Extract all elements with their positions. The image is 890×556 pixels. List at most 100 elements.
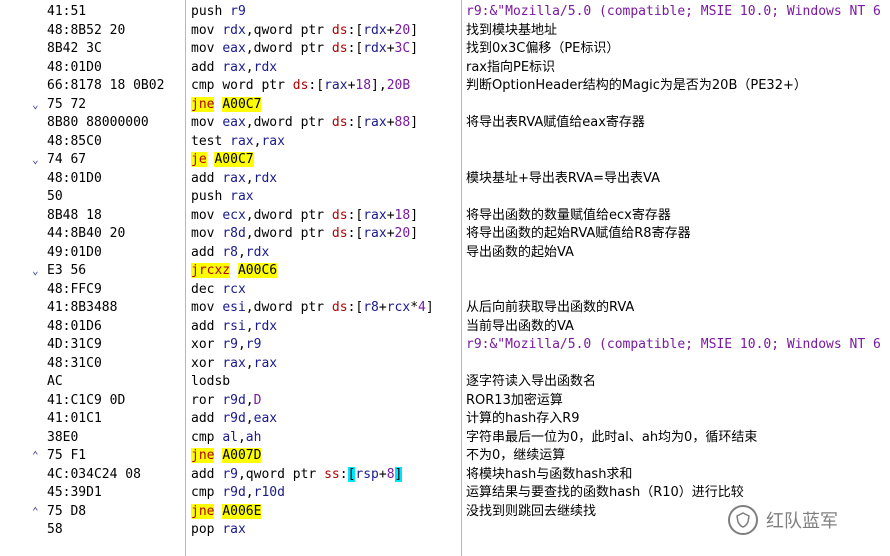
instruction-text: add rax,rdx <box>191 170 459 189</box>
comment-text: r9:&"Mozilla/5.0 (compatible; MSIE 10.0;… <box>466 337 881 352</box>
table-row[interactable]: 50 push rax <box>0 188 890 207</box>
table-row[interactable]: 44:8B40 20 mov r8d,dword ptr ds:[rax+20] 将… <box>0 225 890 244</box>
table-row[interactable]: 49:01D0 add r8,rdx 导出函数的起始VA <box>0 244 890 263</box>
asm-token: ror <box>191 392 215 408</box>
watermark: 红队蓝军 <box>728 500 890 540</box>
jump-arrow-slot <box>32 133 44 152</box>
instruction-comment: 字符串最后一位为0，此时al、ah均为0，循环结束 <box>466 429 890 448</box>
asm-token: ds <box>331 41 348 56</box>
asm-token: r10d <box>253 485 285 500</box>
asm-token: , <box>237 429 246 445</box>
asm-token: add <box>191 318 215 334</box>
comment-text: 运算结果与要查找的函数hash（R10）进行比较 <box>466 485 744 500</box>
instruction-bytes: 49:01D0 <box>47 244 102 260</box>
instruction-bytes: E3 56 <box>47 263 87 278</box>
asm-token: rsp <box>355 466 379 482</box>
chevron-down-icon[interactable]: ⌄ <box>32 151 44 170</box>
jump-arrow-slot <box>32 114 44 133</box>
asm-token: add <box>191 411 215 426</box>
asm-token: 20B <box>386 78 411 93</box>
table-row[interactable]: ⌄ 75 72 jne A00C7 <box>0 96 890 115</box>
table-row[interactable]: 48:01D0 add rax,rdx 模块基址+导出表RVA=导出表VA <box>0 170 890 189</box>
instruction-bytes: 74 67 <box>47 152 87 167</box>
instruction-text: mov rdx,qword ptr ds:[rdx+20] <box>191 22 459 41</box>
jump-arrow-slot <box>32 392 44 411</box>
jump-target[interactable]: A006E <box>222 503 262 519</box>
asm-token: rdx <box>222 22 246 38</box>
asm-token: dword ptr <box>253 207 332 223</box>
table-row[interactable]: 8B48 18 mov ecx,dword ptr ds:[rax+18] 将导出函… <box>0 207 890 226</box>
asm-token: rax <box>222 170 246 186</box>
asm-token: , <box>245 318 254 334</box>
asm-token: ], <box>371 78 387 93</box>
table-row[interactable]: 48:FFC9 dec rcx <box>0 281 890 300</box>
asm-token: dword ptr <box>253 41 332 56</box>
table-row[interactable]: 48:31C0 xor rax,rax <box>0 355 890 374</box>
table-row[interactable]: ⌄ 74 67 je A00C7 <box>0 151 890 170</box>
jump-target[interactable]: A00C7 <box>214 152 254 167</box>
jump-arrow-slot <box>32 225 44 244</box>
chevron-up-icon[interactable]: ⌃ <box>32 503 44 522</box>
chevron-up-icon[interactable]: ⌃ <box>32 447 44 466</box>
table-row[interactable]: AC lodsb 逐字符读入导出函数名 <box>0 373 890 392</box>
instruction-comment: 逐字符读入导出函数名 <box>466 373 890 392</box>
asm-token: mov <box>191 207 215 223</box>
asm-token: rax <box>363 226 387 241</box>
table-row[interactable]: ⌃ 75 F1 jne A007D 不为0，继续运算 <box>0 447 890 466</box>
jump-target[interactable]: A00C7 <box>222 96 262 112</box>
asm-token: ds <box>331 300 348 315</box>
table-row[interactable]: ⌄ E3 56 jrcxz A00C6 <box>0 262 890 281</box>
table-row[interactable]: 38E0 cmp al,ah 字符串最后一位为0，此时al、ah均为0，循环结束 <box>0 429 890 448</box>
table-row[interactable]: 4C:034C24 08 add r9,qword ptr ss:[rsp+8] 将… <box>0 466 890 485</box>
instruction-text: cmp word ptr ds:[rax+18],20B <box>191 77 459 96</box>
asm-token: mov <box>191 226 215 241</box>
jump-arrow-slot <box>32 77 44 96</box>
asm-token: rax <box>230 189 254 204</box>
table-row[interactable]: 66:8178 18 0B02 cmp word ptr ds:[rax+18],… <box>0 77 890 96</box>
asm-token: ecx <box>222 207 246 223</box>
instruction-text: jne A00C7 <box>191 96 459 115</box>
instruction-text: mov eax,dword ptr ds:[rax+88] <box>191 114 459 133</box>
asm-token: ] <box>410 207 419 223</box>
instruction-text: test rax,rax <box>191 133 459 152</box>
chevron-down-icon[interactable]: ⌄ <box>32 96 44 115</box>
comment-text: 判断OptionHeader结构的Magic为是否为20B（PE32+） <box>466 78 807 93</box>
asm-token: ] <box>410 22 419 38</box>
table-row[interactable]: 48:01D0 add rax,rdx rax指向PE标识 <box>0 59 890 78</box>
asm-token: rax <box>324 78 348 93</box>
instruction-text: push r9 <box>191 3 459 22</box>
table-row[interactable]: 4D:31C9 xor r9,r9 r9:&"Mozilla/5.0 (compat… <box>0 336 890 355</box>
instruction-bytes: 48:85C0 <box>47 133 102 149</box>
asm-token: mov <box>191 22 215 38</box>
asm-token: add <box>191 244 215 260</box>
asm-token: rdx <box>245 244 270 260</box>
asm-token <box>222 134 230 149</box>
asm-token: lodsb <box>191 374 231 389</box>
asm-token: ds <box>331 22 348 38</box>
table-row[interactable]: 48:01D6 add rsi,rdx 当前导出函数的VA <box>0 318 890 337</box>
table-row[interactable]: 41:51 push r9 r9:&"Mozilla/5.0 (compatible… <box>0 3 890 22</box>
jump-target[interactable]: A007D <box>222 448 262 463</box>
table-row[interactable]: 41:01C1 add r9d,eax 计算的hash存入R9 <box>0 410 890 429</box>
table-row[interactable]: 8B80 88000000 mov eax,dword ptr ds:[rax+8… <box>0 114 890 133</box>
jump-arrow-slot <box>32 484 44 503</box>
chevron-down-icon[interactable]: ⌄ <box>32 262 44 281</box>
table-row[interactable]: 8B42 3C mov eax,dword ptr ds:[rdx+3C] 找到0x… <box>0 40 890 59</box>
table-row[interactable]: 48:85C0 test rax,rax <box>0 133 890 152</box>
jump-target[interactable]: A00C6 <box>237 263 278 278</box>
instruction-comment: 模块基址+导出表RVA=导出表VA <box>466 170 890 189</box>
instruction-text: xor r9,r9 <box>191 336 459 355</box>
instruction-bytes: 44:8B40 20 <box>47 226 126 241</box>
jump-mnemonic: jne <box>191 448 215 463</box>
asm-token: rdx <box>253 59 278 75</box>
asm-token: ] <box>394 466 403 482</box>
table-row[interactable]: 41:8B3488 mov esi,dword ptr ds:[r8+rcx*4]… <box>0 299 890 318</box>
asm-token: mov <box>191 41 215 56</box>
comment-text: 找到模块基地址 <box>466 22 558 38</box>
disassembly-view[interactable]: 41:51 push r9 r9:&"Mozilla/5.0 (compatible… <box>0 0 890 556</box>
table-row[interactable]: 48:8B52 20 mov rdx,qword ptr ds:[rdx+20] 找… <box>0 22 890 41</box>
asm-token: D <box>253 392 262 408</box>
instruction-bytes: 75 F1 <box>47 448 87 463</box>
table-row[interactable]: 41:C1C9 0D ror r9d,D ROR13加密运算 <box>0 392 890 411</box>
instruction-bytes: 4C:034C24 08 <box>47 466 141 482</box>
